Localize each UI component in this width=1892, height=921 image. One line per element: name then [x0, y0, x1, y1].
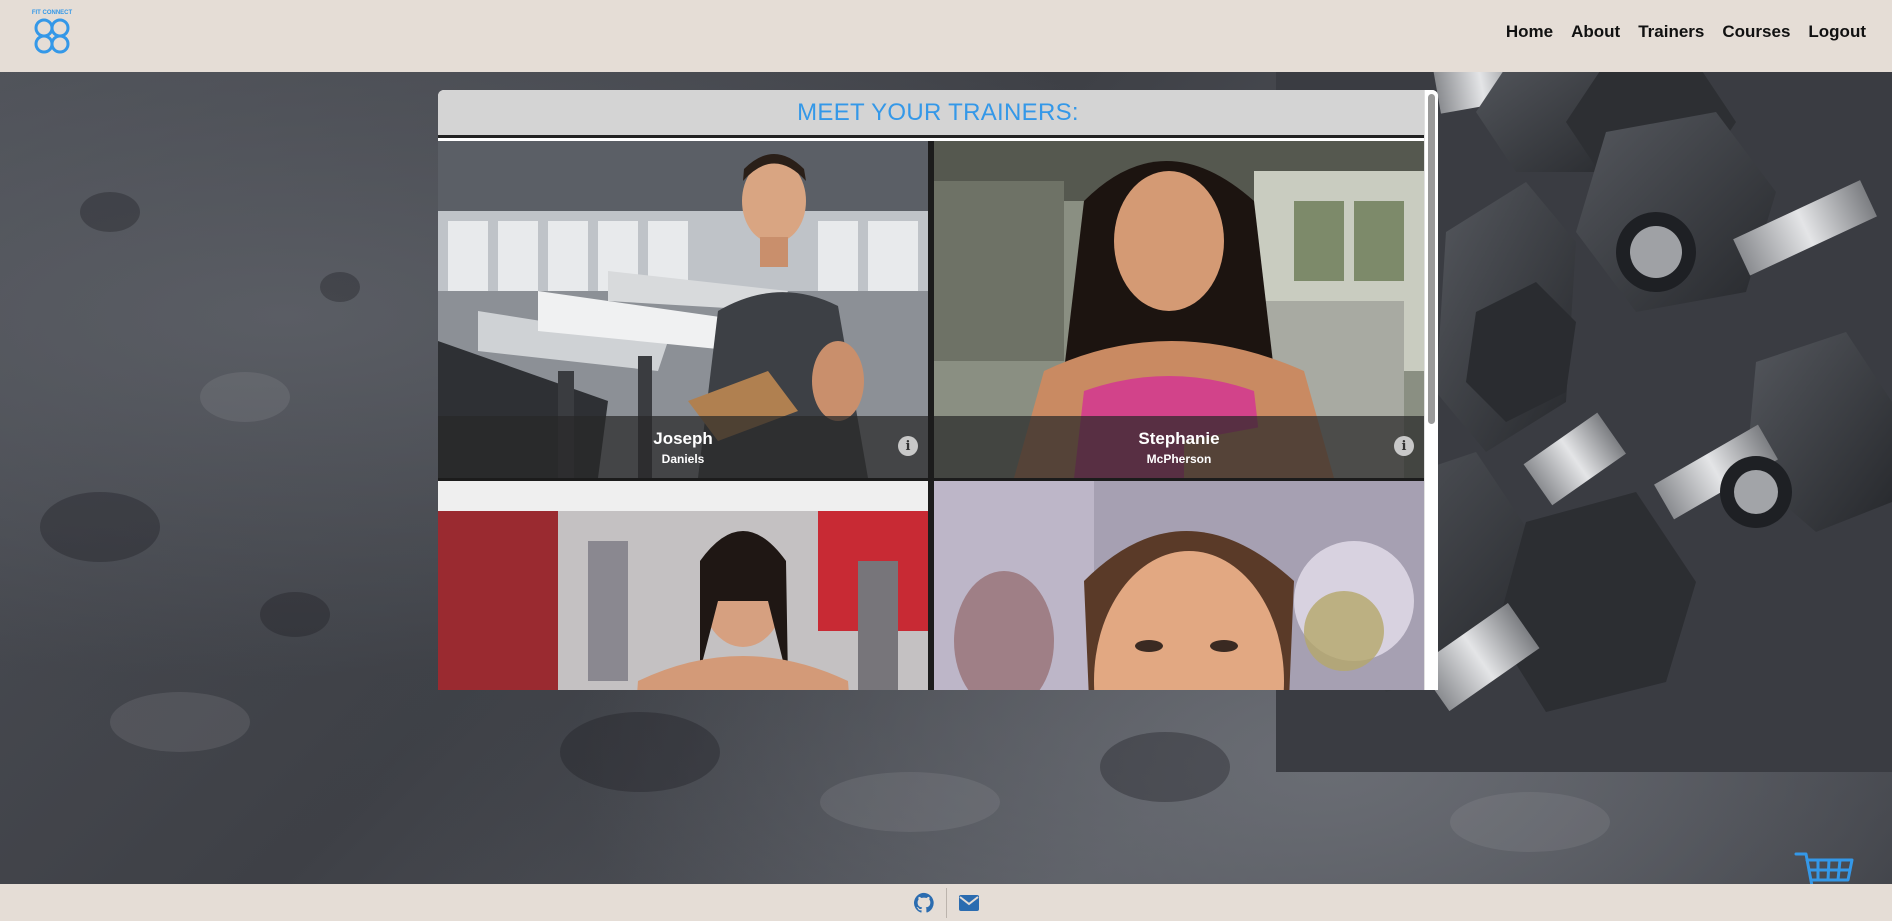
- trainer-first-name: Stephanie: [1138, 428, 1220, 448]
- nav-courses-link[interactable]: Courses: [1722, 22, 1790, 42]
- footer: [0, 884, 1892, 921]
- trainer-card[interactable]: [934, 481, 1424, 690]
- trainer-card[interactable]: [438, 481, 928, 690]
- trainer-caption: Stephanie McPherson: [934, 416, 1424, 478]
- trainer-card-joseph[interactable]: Joseph Daniels i: [438, 141, 928, 478]
- top-navbar: FIT CONNECT Home About Trainers Courses …: [0, 0, 1892, 72]
- trainers-panel: MEET YOUR TRAINERS: Joseph Daniels i Ste…: [438, 90, 1438, 690]
- nav-home-link[interactable]: Home: [1506, 22, 1553, 42]
- nav-trainers-link[interactable]: Trainers: [1638, 22, 1704, 42]
- main-nav: Home About Trainers Courses Logout: [1506, 0, 1866, 64]
- fit-connect-logo[interactable]: FIT CONNECT: [30, 6, 74, 56]
- svg-text:FIT CONNECT: FIT CONNECT: [32, 10, 73, 16]
- info-icon[interactable]: i: [1394, 436, 1414, 456]
- trainer-last-name: McPherson: [1146, 451, 1212, 466]
- trainer-last-name: Daniels: [661, 451, 705, 466]
- mail-icon[interactable]: [957, 891, 981, 915]
- trainer-photo: [438, 481, 928, 690]
- trainer-photo: [934, 481, 1424, 690]
- trainers-grid: Joseph Daniels i Stephanie McPherson i: [438, 141, 1424, 690]
- page-title: MEET YOUR TRAINERS:: [438, 90, 1438, 138]
- trainer-first-name: Joseph: [653, 428, 713, 448]
- trainer-caption: Joseph Daniels: [438, 416, 928, 478]
- nav-logout-link[interactable]: Logout: [1808, 22, 1866, 42]
- footer-divider: [945, 887, 947, 918]
- nav-about-link[interactable]: About: [1571, 22, 1620, 42]
- info-icon[interactable]: i: [898, 436, 918, 456]
- scrollbar-thumb[interactable]: [1428, 94, 1435, 424]
- github-icon[interactable]: [912, 891, 936, 915]
- panel-scrollbar[interactable]: [1424, 90, 1438, 690]
- trainer-card-stephanie[interactable]: Stephanie McPherson i: [934, 141, 1424, 478]
